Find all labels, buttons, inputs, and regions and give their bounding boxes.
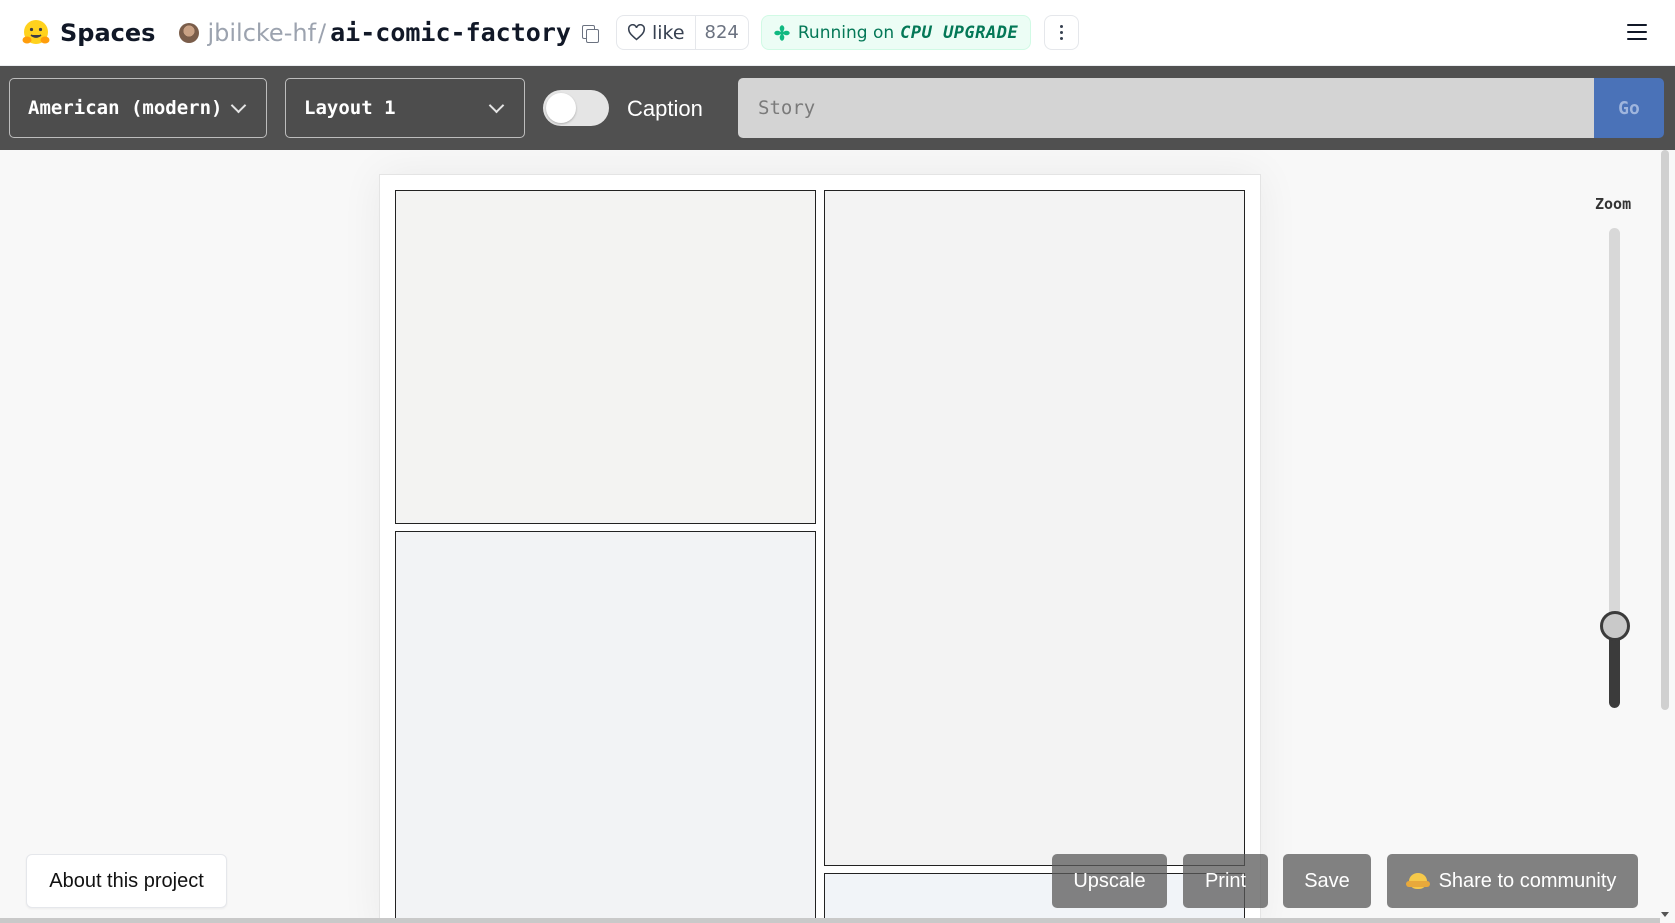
copy-icon[interactable] bbox=[581, 24, 599, 43]
horizontal-scrollbar[interactable] bbox=[0, 918, 1660, 923]
hf-header: Spaces jbilcke-hf / ai-comic-factory lik… bbox=[0, 0, 1675, 66]
caption-toggle[interactable] bbox=[543, 90, 609, 126]
comic-panel-1 bbox=[395, 190, 816, 524]
owner-link[interactable]: jbilcke-hf bbox=[207, 19, 316, 47]
more-options-icon[interactable] bbox=[1044, 15, 1080, 50]
style-select-value: American (modern) bbox=[28, 97, 223, 119]
hugging-hands-icon bbox=[1405, 873, 1430, 889]
running-status-badge[interactable]: Running on CPU UPGRADE bbox=[760, 15, 1032, 50]
like-label: like bbox=[651, 21, 685, 44]
repo-name-link[interactable]: ai-comic-factory bbox=[330, 18, 571, 47]
owner-avatar[interactable] bbox=[179, 22, 200, 43]
layout-select[interactable]: Layout 1 bbox=[285, 78, 525, 138]
like-group: like 824 bbox=[615, 15, 749, 50]
fan-icon bbox=[774, 24, 790, 41]
upscale-button[interactable]: Upscale bbox=[1052, 854, 1167, 908]
story-input[interactable] bbox=[738, 78, 1596, 138]
save-button[interactable]: Save bbox=[1283, 854, 1371, 908]
path-separator: / bbox=[318, 18, 327, 47]
status-prefix: Running on bbox=[797, 22, 895, 43]
chevron-down-icon bbox=[230, 97, 247, 114]
hugging-face-logo-icon[interactable] bbox=[20, 17, 52, 49]
zoom-slider-thumb[interactable] bbox=[1600, 611, 1630, 641]
style-select[interactable]: American (modern) bbox=[9, 78, 267, 138]
like-button[interactable]: like bbox=[617, 16, 695, 49]
status-hardware: CPU UPGRADE bbox=[900, 22, 1019, 43]
print-button[interactable]: Print bbox=[1183, 854, 1268, 908]
scroll-down-arrow-icon[interactable] bbox=[1661, 912, 1669, 917]
share-to-community-button[interactable]: Share to community bbox=[1387, 854, 1638, 908]
heart-icon bbox=[627, 24, 645, 41]
comic-panel-3 bbox=[395, 531, 816, 923]
share-label: Share to community bbox=[1438, 869, 1617, 892]
layout-select-value: Layout 1 bbox=[304, 97, 396, 119]
about-project-button[interactable]: About this project bbox=[26, 854, 227, 908]
like-count[interactable]: 824 bbox=[694, 16, 748, 49]
chevron-down-icon bbox=[488, 97, 505, 114]
vertical-scrollbar[interactable] bbox=[1661, 150, 1669, 710]
zoom-label: Zoom bbox=[1595, 195, 1632, 213]
hamburger-menu-icon[interactable] bbox=[1627, 24, 1647, 40]
caption-label: Caption bbox=[627, 96, 703, 121]
spaces-link[interactable]: Spaces bbox=[60, 19, 155, 47]
comic-panel-2 bbox=[824, 190, 1245, 866]
comic-page bbox=[379, 174, 1261, 923]
comic-canvas-area: Zoom bbox=[0, 150, 1675, 923]
comic-panel-4 bbox=[824, 873, 1245, 923]
go-button[interactable]: Go bbox=[1594, 78, 1664, 138]
comic-toolbar: American (modern) Layout 1 Caption Go bbox=[0, 66, 1675, 150]
